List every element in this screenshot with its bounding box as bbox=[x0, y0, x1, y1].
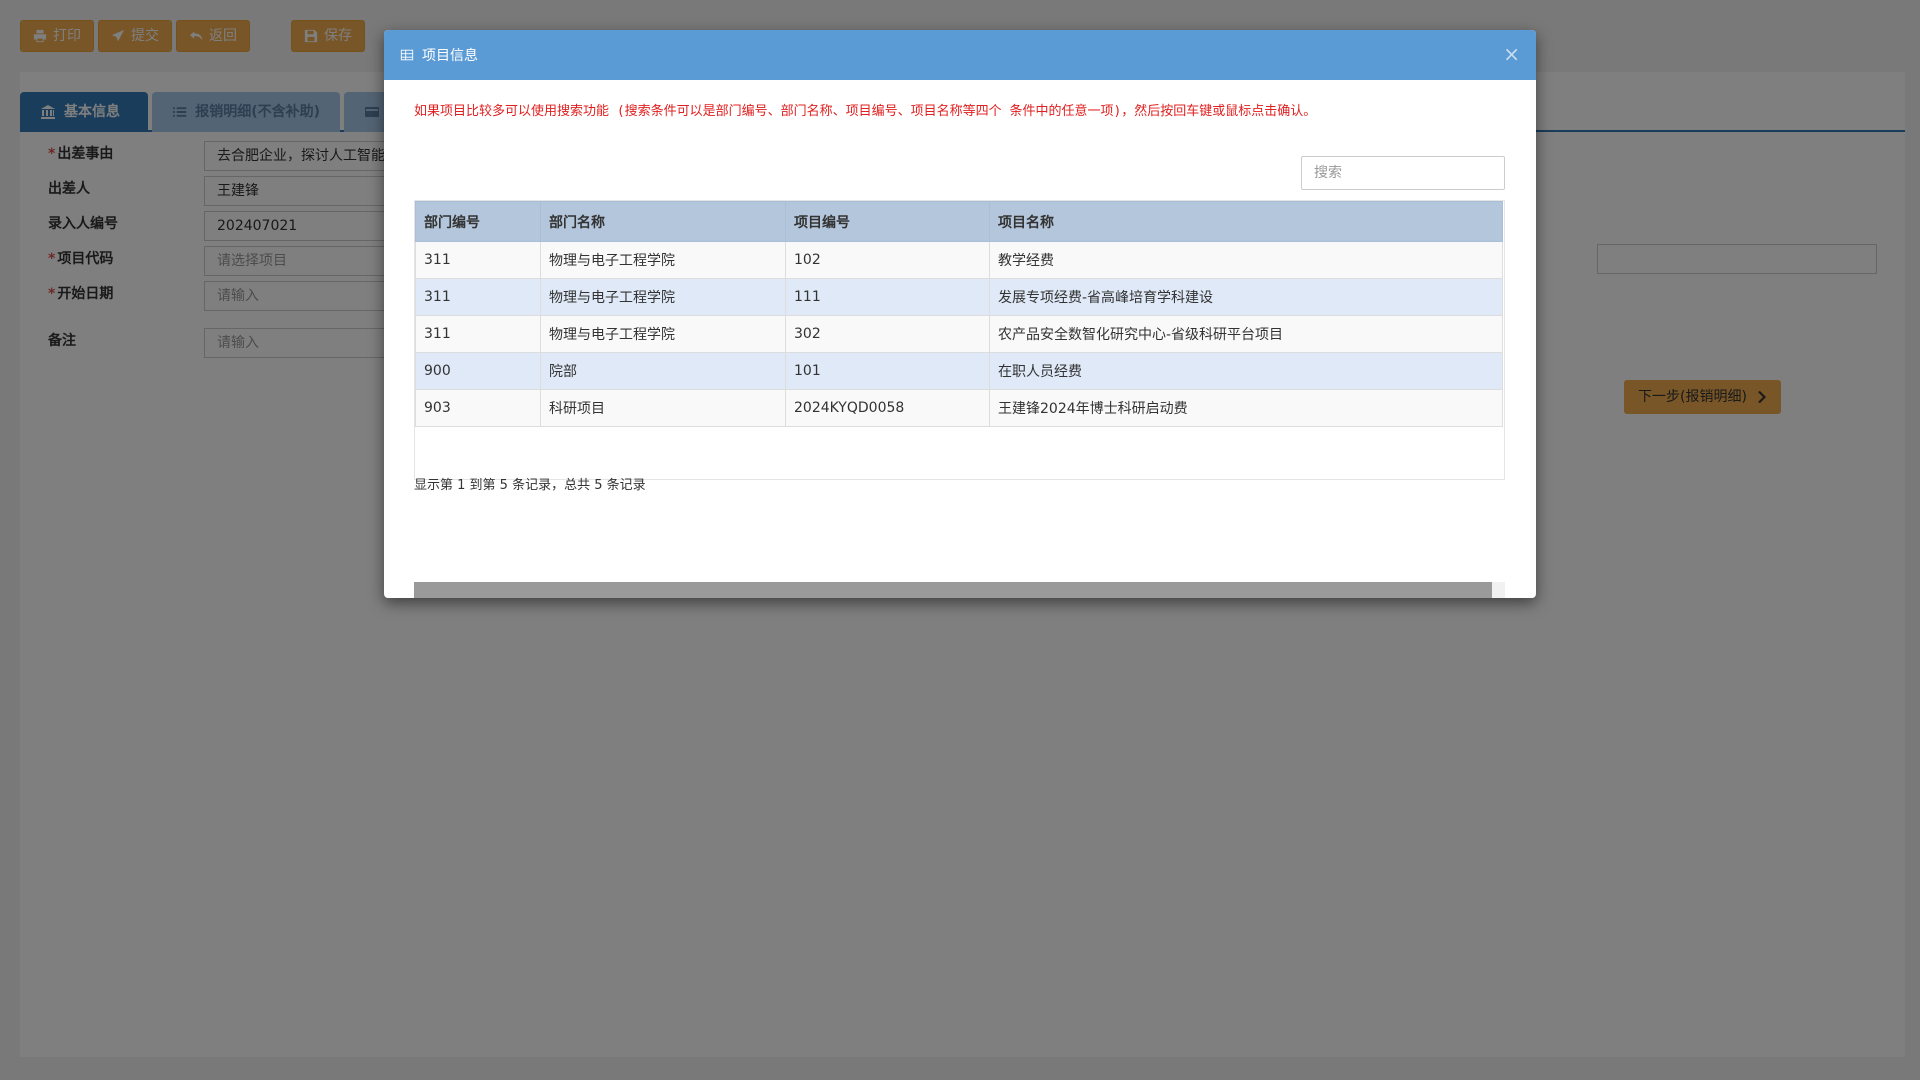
column-header-dept-name[interactable]: 部门名称 bbox=[540, 201, 786, 242]
column-header-dept-code[interactable]: 部门编号 bbox=[415, 201, 541, 242]
project-info-modal: 项目信息 × 如果项目比较多可以使用搜索功能 (搜索条件可以是部门编号、部门名称… bbox=[384, 30, 1536, 598]
table-row[interactable]: 903 科研项目 2024KYQD0058 王建锋2024年博士科研启动费 bbox=[415, 389, 1503, 427]
cell-project-name: 农产品安全数智化研究中心-省级科研平台项目 bbox=[989, 315, 1503, 353]
cell-dept-code: 311 bbox=[415, 278, 541, 316]
table-row[interactable]: 311 物理与电子工程学院 102 教学经费 bbox=[415, 241, 1503, 279]
cell-project-code: 302 bbox=[785, 315, 990, 353]
cell-dept-name: 物理与电子工程学院 bbox=[540, 241, 786, 279]
cell-dept-code: 311 bbox=[415, 241, 541, 279]
cell-project-name: 教学经费 bbox=[989, 241, 1503, 279]
modal-title: 项目信息 bbox=[422, 48, 478, 64]
search-input[interactable] bbox=[1301, 156, 1505, 190]
cell-project-code: 111 bbox=[785, 278, 990, 316]
table-header-row: 部门编号 部门名称 项目编号 项目名称 bbox=[415, 201, 1503, 242]
cell-project-name: 王建锋2024年博士科研启动费 bbox=[989, 389, 1503, 427]
cell-project-code: 102 bbox=[785, 241, 990, 279]
pagination-info: 显示第 1 到第 5 条记录，总共 5 条记录 bbox=[414, 478, 646, 493]
cell-dept-name: 院部 bbox=[540, 352, 786, 390]
project-table: 部门编号 部门名称 项目编号 项目名称 311 物理与电子工程学院 102 教学… bbox=[415, 201, 1503, 427]
project-table-container: 部门编号 部门名称 项目编号 项目名称 311 物理与电子工程学院 102 教学… bbox=[414, 200, 1505, 480]
table-row[interactable]: 311 物理与电子工程学院 302 农产品安全数智化研究中心-省级科研平台项目 bbox=[415, 315, 1503, 353]
modal-header: 项目信息 × bbox=[384, 30, 1536, 80]
table-icon bbox=[400, 49, 414, 61]
cell-dept-code: 900 bbox=[415, 352, 541, 390]
cell-project-name: 在职人员经费 bbox=[989, 352, 1503, 390]
cell-dept-code: 311 bbox=[415, 315, 541, 353]
search-hint: 如果项目比较多可以使用搜索功能 (搜索条件可以是部门编号、部门名称、项目编号、项… bbox=[414, 104, 1317, 119]
scrollbar-thumb[interactable] bbox=[414, 582, 1492, 598]
cell-project-code: 101 bbox=[785, 352, 990, 390]
close-icon[interactable]: × bbox=[1503, 44, 1520, 64]
table-row[interactable]: 311 物理与电子工程学院 111 发展专项经费-省高峰培育学科建设 bbox=[415, 278, 1503, 316]
column-header-project-name[interactable]: 项目名称 bbox=[989, 201, 1503, 242]
cell-project-name: 发展专项经费-省高峰培育学科建设 bbox=[989, 278, 1503, 316]
cell-project-code: 2024KYQD0058 bbox=[785, 389, 990, 427]
cell-dept-name: 物理与电子工程学院 bbox=[540, 315, 786, 353]
cell-dept-name: 物理与电子工程学院 bbox=[540, 278, 786, 316]
horizontal-scrollbar[interactable] bbox=[414, 582, 1505, 598]
column-header-project-code[interactable]: 项目编号 bbox=[785, 201, 990, 242]
table-row[interactable]: 900 院部 101 在职人员经费 bbox=[415, 352, 1503, 390]
cell-dept-code: 903 bbox=[415, 389, 541, 427]
cell-dept-name: 科研项目 bbox=[540, 389, 786, 427]
